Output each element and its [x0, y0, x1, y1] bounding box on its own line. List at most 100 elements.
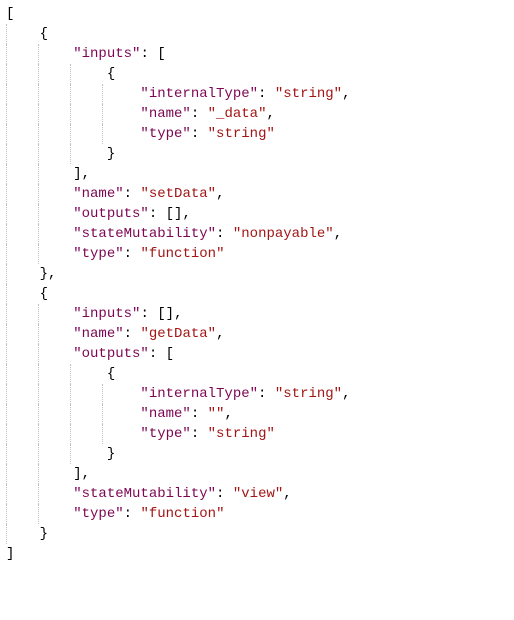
json-punct: ,: [334, 226, 342, 242]
json-key: "stateMutability": [73, 486, 216, 502]
json-brace: }: [107, 446, 115, 462]
code-line: "outputs": [],: [6, 204, 508, 224]
code-line: ]: [6, 544, 508, 564]
json-bracket: ]: [73, 166, 81, 182]
json-brace: }: [40, 266, 48, 282]
json-key: "type": [140, 426, 190, 442]
code-line: "inputs": [: [6, 44, 508, 64]
json-bracket: [: [6, 6, 14, 22]
json-key: "inputs": [73, 306, 140, 322]
code-line: "name": "getData",: [6, 324, 508, 344]
json-punct: ,: [82, 166, 90, 182]
json-punct: ,: [342, 86, 350, 102]
json-key: "name": [73, 326, 123, 342]
json-brace: {: [107, 66, 115, 82]
code-line: "type": "string": [6, 424, 508, 444]
json-brace: {: [40, 26, 48, 42]
json-code-editor: [ { "inputs": [ { "internalType": "strin…: [0, 0, 514, 570]
code-line: ],: [6, 164, 508, 184]
json-bracket: [: [166, 346, 174, 362]
json-string: "string": [275, 386, 342, 402]
json-brace: }: [107, 146, 115, 162]
code-line: },: [6, 264, 508, 284]
code-line: "name": "_data",: [6, 104, 508, 124]
json-punct: ,: [82, 466, 90, 482]
json-string: "function": [140, 506, 224, 522]
json-bracket: [: [157, 46, 165, 62]
code-line: "outputs": [: [6, 344, 508, 364]
json-punct: :: [149, 346, 166, 362]
code-line: "internalType": "string",: [6, 384, 508, 404]
code-line: {: [6, 64, 508, 84]
json-punct: :: [124, 506, 141, 522]
code-line: "internalType": "string",: [6, 84, 508, 104]
json-punct: ,: [216, 326, 224, 342]
json-punct: :: [216, 226, 233, 242]
code-line: {: [6, 364, 508, 384]
json-key: "name": [140, 406, 190, 422]
code-line: "type": "string": [6, 124, 508, 144]
json-punct: :: [191, 406, 208, 422]
json-bracket: ]: [6, 546, 14, 562]
json-string: "_data": [208, 106, 267, 122]
json-punct: ,: [48, 266, 56, 282]
json-string: "function": [140, 246, 224, 262]
json-string: "nonpayable": [233, 226, 334, 242]
json-string: "string": [208, 126, 275, 142]
json-punct: ,: [283, 486, 291, 502]
json-punct: :: [149, 206, 166, 222]
json-key: "inputs": [73, 46, 140, 62]
json-punct: :: [191, 126, 208, 142]
json-punct: :: [140, 46, 157, 62]
json-bracket: []: [157, 306, 174, 322]
json-string: "string": [208, 426, 275, 442]
json-punct: ,: [266, 106, 274, 122]
json-key: "type": [73, 506, 123, 522]
json-punct: ,: [182, 206, 190, 222]
code-line: {: [6, 24, 508, 44]
code-line: "inputs": [],: [6, 304, 508, 324]
code-line: "stateMutability": "nonpayable",: [6, 224, 508, 244]
code-line: "name": "setData",: [6, 184, 508, 204]
json-punct: :: [124, 186, 141, 202]
json-key: "name": [73, 186, 123, 202]
json-key: "type": [140, 126, 190, 142]
code-line: }: [6, 444, 508, 464]
code-line: "type": "function": [6, 244, 508, 264]
json-punct: ,: [216, 186, 224, 202]
json-punct: :: [216, 486, 233, 502]
json-bracket: []: [166, 206, 183, 222]
json-punct: :: [258, 86, 275, 102]
json-key: "internalType": [140, 86, 258, 102]
json-punct: :: [258, 386, 275, 402]
json-punct: ,: [342, 386, 350, 402]
json-punct: ,: [174, 306, 182, 322]
json-brace: }: [40, 526, 48, 542]
json-string: "string": [275, 86, 342, 102]
json-punct: ,: [224, 406, 232, 422]
json-brace: {: [107, 366, 115, 382]
code-line: "type": "function": [6, 504, 508, 524]
json-key: "outputs": [73, 346, 149, 362]
code-line: {: [6, 284, 508, 304]
json-string: "view": [233, 486, 283, 502]
json-string: "setData": [140, 186, 216, 202]
json-string: "getData": [140, 326, 216, 342]
json-punct: :: [191, 426, 208, 442]
code-line: }: [6, 524, 508, 544]
code-line: ],: [6, 464, 508, 484]
json-string: "": [208, 406, 225, 422]
code-line: [: [6, 4, 508, 24]
json-key: "outputs": [73, 206, 149, 222]
json-key: "internalType": [140, 386, 258, 402]
json-key: "name": [140, 106, 190, 122]
json-key: "stateMutability": [73, 226, 216, 242]
json-punct: :: [140, 306, 157, 322]
json-bracket: ]: [73, 466, 81, 482]
json-punct: :: [124, 246, 141, 262]
code-line: "name": "",: [6, 404, 508, 424]
code-line: }: [6, 144, 508, 164]
code-line: "stateMutability": "view",: [6, 484, 508, 504]
json-punct: :: [191, 106, 208, 122]
json-brace: {: [40, 286, 48, 302]
